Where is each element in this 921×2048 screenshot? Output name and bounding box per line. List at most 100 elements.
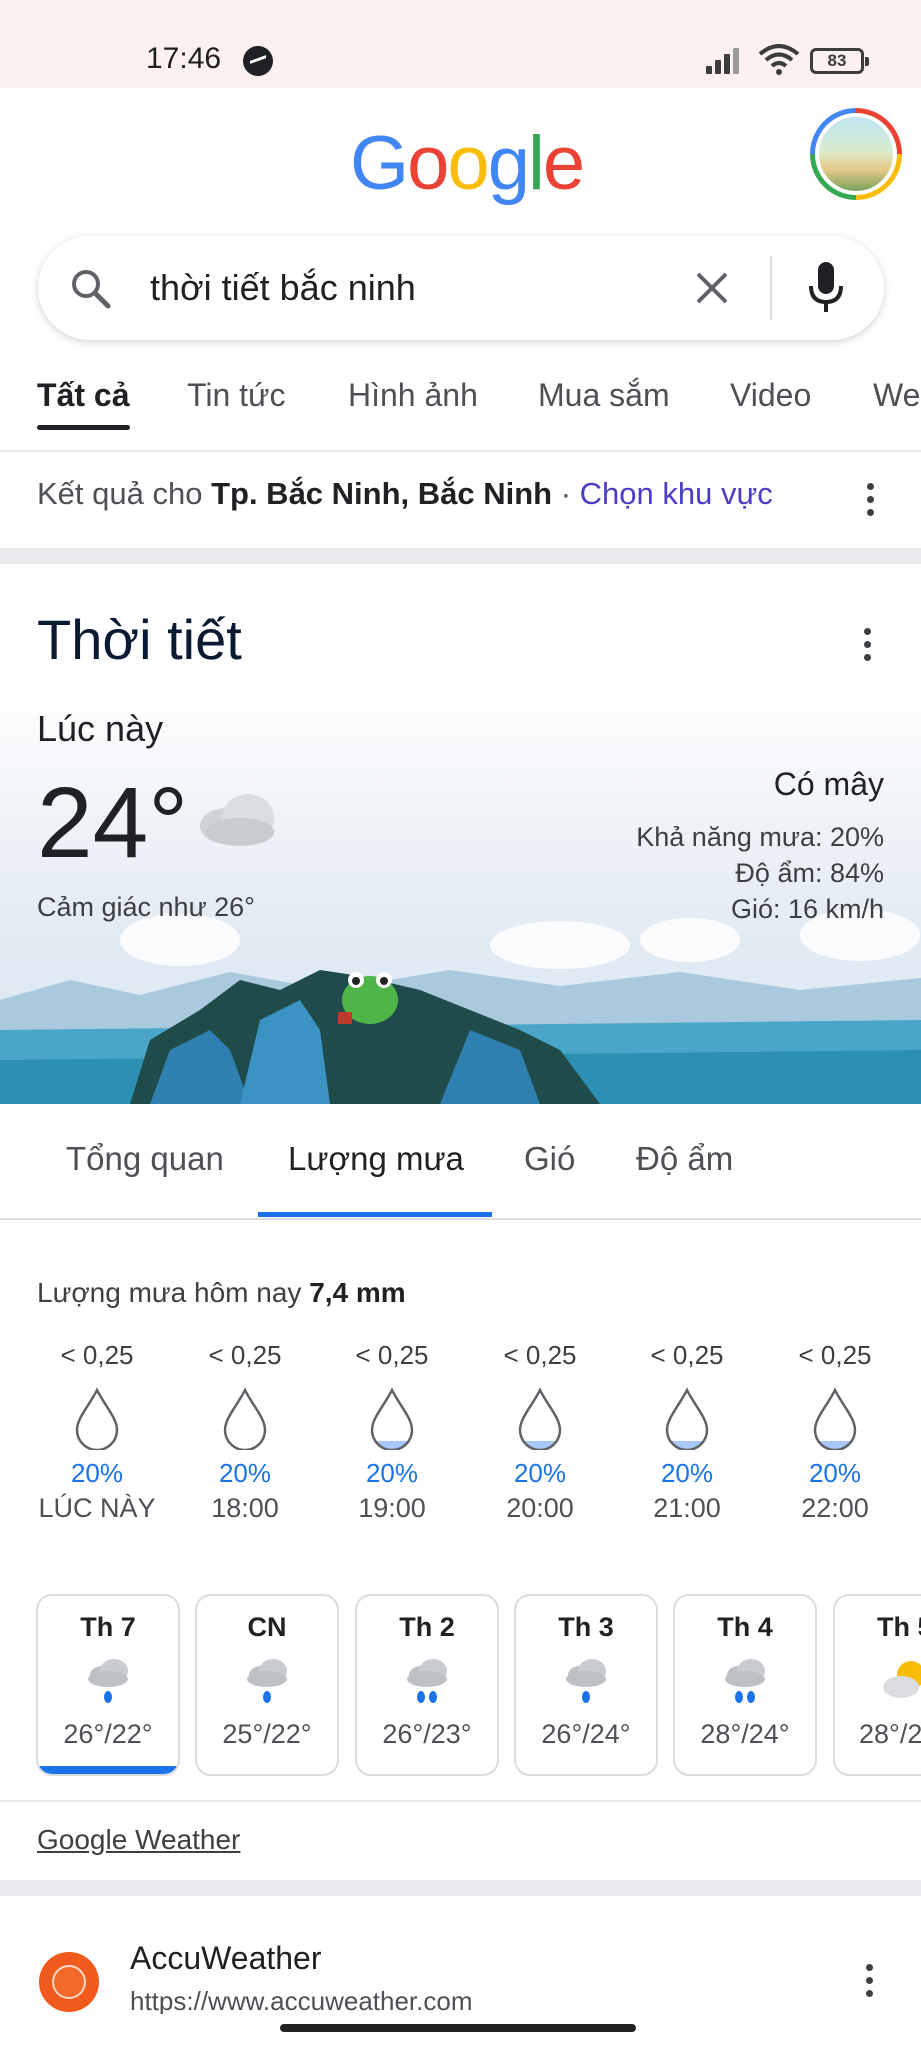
tab-humidity[interactable]: Độ ẩm [636, 1140, 733, 1178]
day-name: Th 5 [877, 1612, 921, 1642]
tab-news[interactable]: Tin tức [187, 377, 285, 414]
rain-amount: < 0,25 [208, 1340, 282, 1370]
raindrop-icon [813, 1387, 857, 1450]
result-title[interactable]: AccuWeather [130, 1940, 322, 1977]
tab-precipitation[interactable]: Lượng mưa [288, 1140, 464, 1178]
precip-chance: Khả năng mưa: 20% [636, 822, 884, 852]
rain-today-value: 7,4 mm [309, 1277, 406, 1308]
tab-overview[interactable]: Tổng quan [66, 1140, 224, 1178]
weather-condition: Có mây [773, 766, 884, 802]
hourly-item: < 0,25 20% 20:00 [475, 1340, 605, 1524]
day-card[interactable]: Th 7 26°/22° [36, 1594, 180, 1776]
location-prefix: Kết quả cho [37, 476, 212, 511]
logo-letter: l [527, 121, 545, 206]
logo-letter: o [447, 121, 489, 206]
weather-tabs: Tổng quan Lượng mưa Gió Độ ẩm [0, 1104, 921, 1220]
choose-region-link[interactable]: Chọn khu vực [580, 476, 773, 511]
hour-label: 22:00 [801, 1493, 869, 1523]
location-dot: · [552, 476, 580, 511]
account-avatar[interactable] [810, 108, 902, 200]
rain-amount: < 0,25 [355, 1340, 429, 1370]
day-card[interactable]: Th 5 28°/2 [833, 1594, 921, 1776]
weather-title: Thời tiết [37, 608, 242, 671]
result-url[interactable]: https://www.accuweather.com [130, 1986, 472, 2014]
tab-images[interactable]: Hình ảnh [348, 377, 478, 414]
raindrop-icon [223, 1387, 267, 1450]
rain-chance: 20% [218, 1458, 272, 1488]
day-temps: 26°/22° [63, 1719, 153, 1749]
search-icon[interactable] [68, 266, 112, 310]
active-tab-indicator [37, 425, 130, 430]
clock: 17:46 [146, 42, 222, 75]
day-temps: 25°/22° [222, 1719, 312, 1749]
logo-letter: G [350, 121, 409, 206]
cloud-icon [200, 794, 274, 846]
raindrop-icon [370, 1387, 414, 1450]
rain-today-label: Lượng mưa hôm nay [37, 1277, 310, 1308]
day-temps: 28°/2 [859, 1719, 921, 1749]
rain-chance: 20% [660, 1458, 714, 1488]
divider [0, 1800, 921, 1802]
accuweather-logo-icon [39, 1952, 99, 2012]
hourly-item: < 0,25 20% 21:00 [622, 1340, 752, 1524]
rain-today: Lượng mưa hôm nay 7,4 mm [37, 1277, 406, 1309]
microphone-icon[interactable] [806, 260, 846, 316]
result-more-icon[interactable] [864, 1964, 874, 1998]
day-card[interactable]: Th 2 26°/23° [355, 1594, 499, 1776]
day-name: Th 3 [558, 1612, 614, 1642]
rain-amount: < 0,25 [60, 1340, 134, 1370]
day-card[interactable]: CN 25°/22° [195, 1594, 339, 1776]
status-bar: 17:46 83 [0, 0, 921, 88]
rain-chance: 20% [70, 1458, 124, 1488]
section-separator [0, 1880, 921, 1896]
logo-letter: g [487, 121, 530, 206]
home-indicator[interactable] [280, 2024, 636, 2032]
selected-day-indicator [38, 1766, 178, 1774]
hour-label: 18:00 [211, 1493, 279, 1523]
search-tabs: Tất cả Tin tức Hình ảnh Mua sắm Video We [0, 365, 921, 445]
more-options-icon[interactable] [865, 483, 875, 517]
day-name: CN [247, 1612, 287, 1642]
hourly-item: < 0,25 20% 19:00 [327, 1340, 457, 1524]
day-card[interactable]: Th 3 26°/24° [514, 1594, 658, 1776]
logo-letter: e [542, 121, 585, 206]
rain-amount: < 0,25 [650, 1340, 724, 1370]
day-temps: 26°/24° [541, 1719, 631, 1749]
google-logo[interactable]: Google [350, 120, 585, 207]
rain-amount: < 0,25 [503, 1340, 577, 1370]
wifi-icon [758, 44, 800, 75]
battery-indicator: 83 [810, 48, 869, 74]
raindrop-icon [665, 1387, 709, 1450]
rain-cloud-icon [88, 1659, 128, 1703]
hourly-item: < 0,25 20% 18:00 [180, 1340, 310, 1524]
rain-amount: < 0,25 [798, 1340, 872, 1370]
google-weather-link[interactable]: Google Weather [37, 1824, 240, 1856]
tab-video[interactable]: Video [730, 377, 811, 414]
close-icon[interactable] [690, 266, 734, 310]
current-temperature: 24° [37, 767, 189, 879]
raindrop-icon [518, 1387, 562, 1450]
search-input[interactable] [150, 258, 710, 318]
weather-more-icon[interactable] [862, 628, 872, 662]
tab-web[interactable]: We [873, 377, 920, 414]
hourly-item: < 0,25 20% LÚC NÀY [32, 1340, 162, 1524]
search-box [38, 236, 884, 340]
partly-cloudy-icon [883, 1661, 921, 1698]
hour-label: LÚC NÀY [38, 1493, 156, 1523]
heavy-rain-icon [407, 1659, 447, 1703]
section-separator [0, 548, 921, 564]
day-temps: 26°/23° [382, 1719, 472, 1749]
day-name: Th 2 [399, 1612, 455, 1642]
wind: Gió: 16 km/h [730, 894, 884, 924]
rain-chance: 20% [365, 1458, 419, 1488]
tab-shopping[interactable]: Mua sắm [538, 377, 670, 414]
search-divider [770, 256, 772, 320]
tab-wind[interactable]: Gió [524, 1140, 575, 1178]
heavy-rain-icon [725, 1659, 765, 1703]
hour-label: 21:00 [653, 1493, 721, 1523]
rain-cloud-icon [247, 1659, 287, 1703]
day-card[interactable]: Th 4 28°/24° [673, 1594, 817, 1776]
tab-all[interactable]: Tất cả [37, 377, 129, 414]
divider [0, 450, 921, 452]
rain-chance: 20% [513, 1458, 567, 1488]
